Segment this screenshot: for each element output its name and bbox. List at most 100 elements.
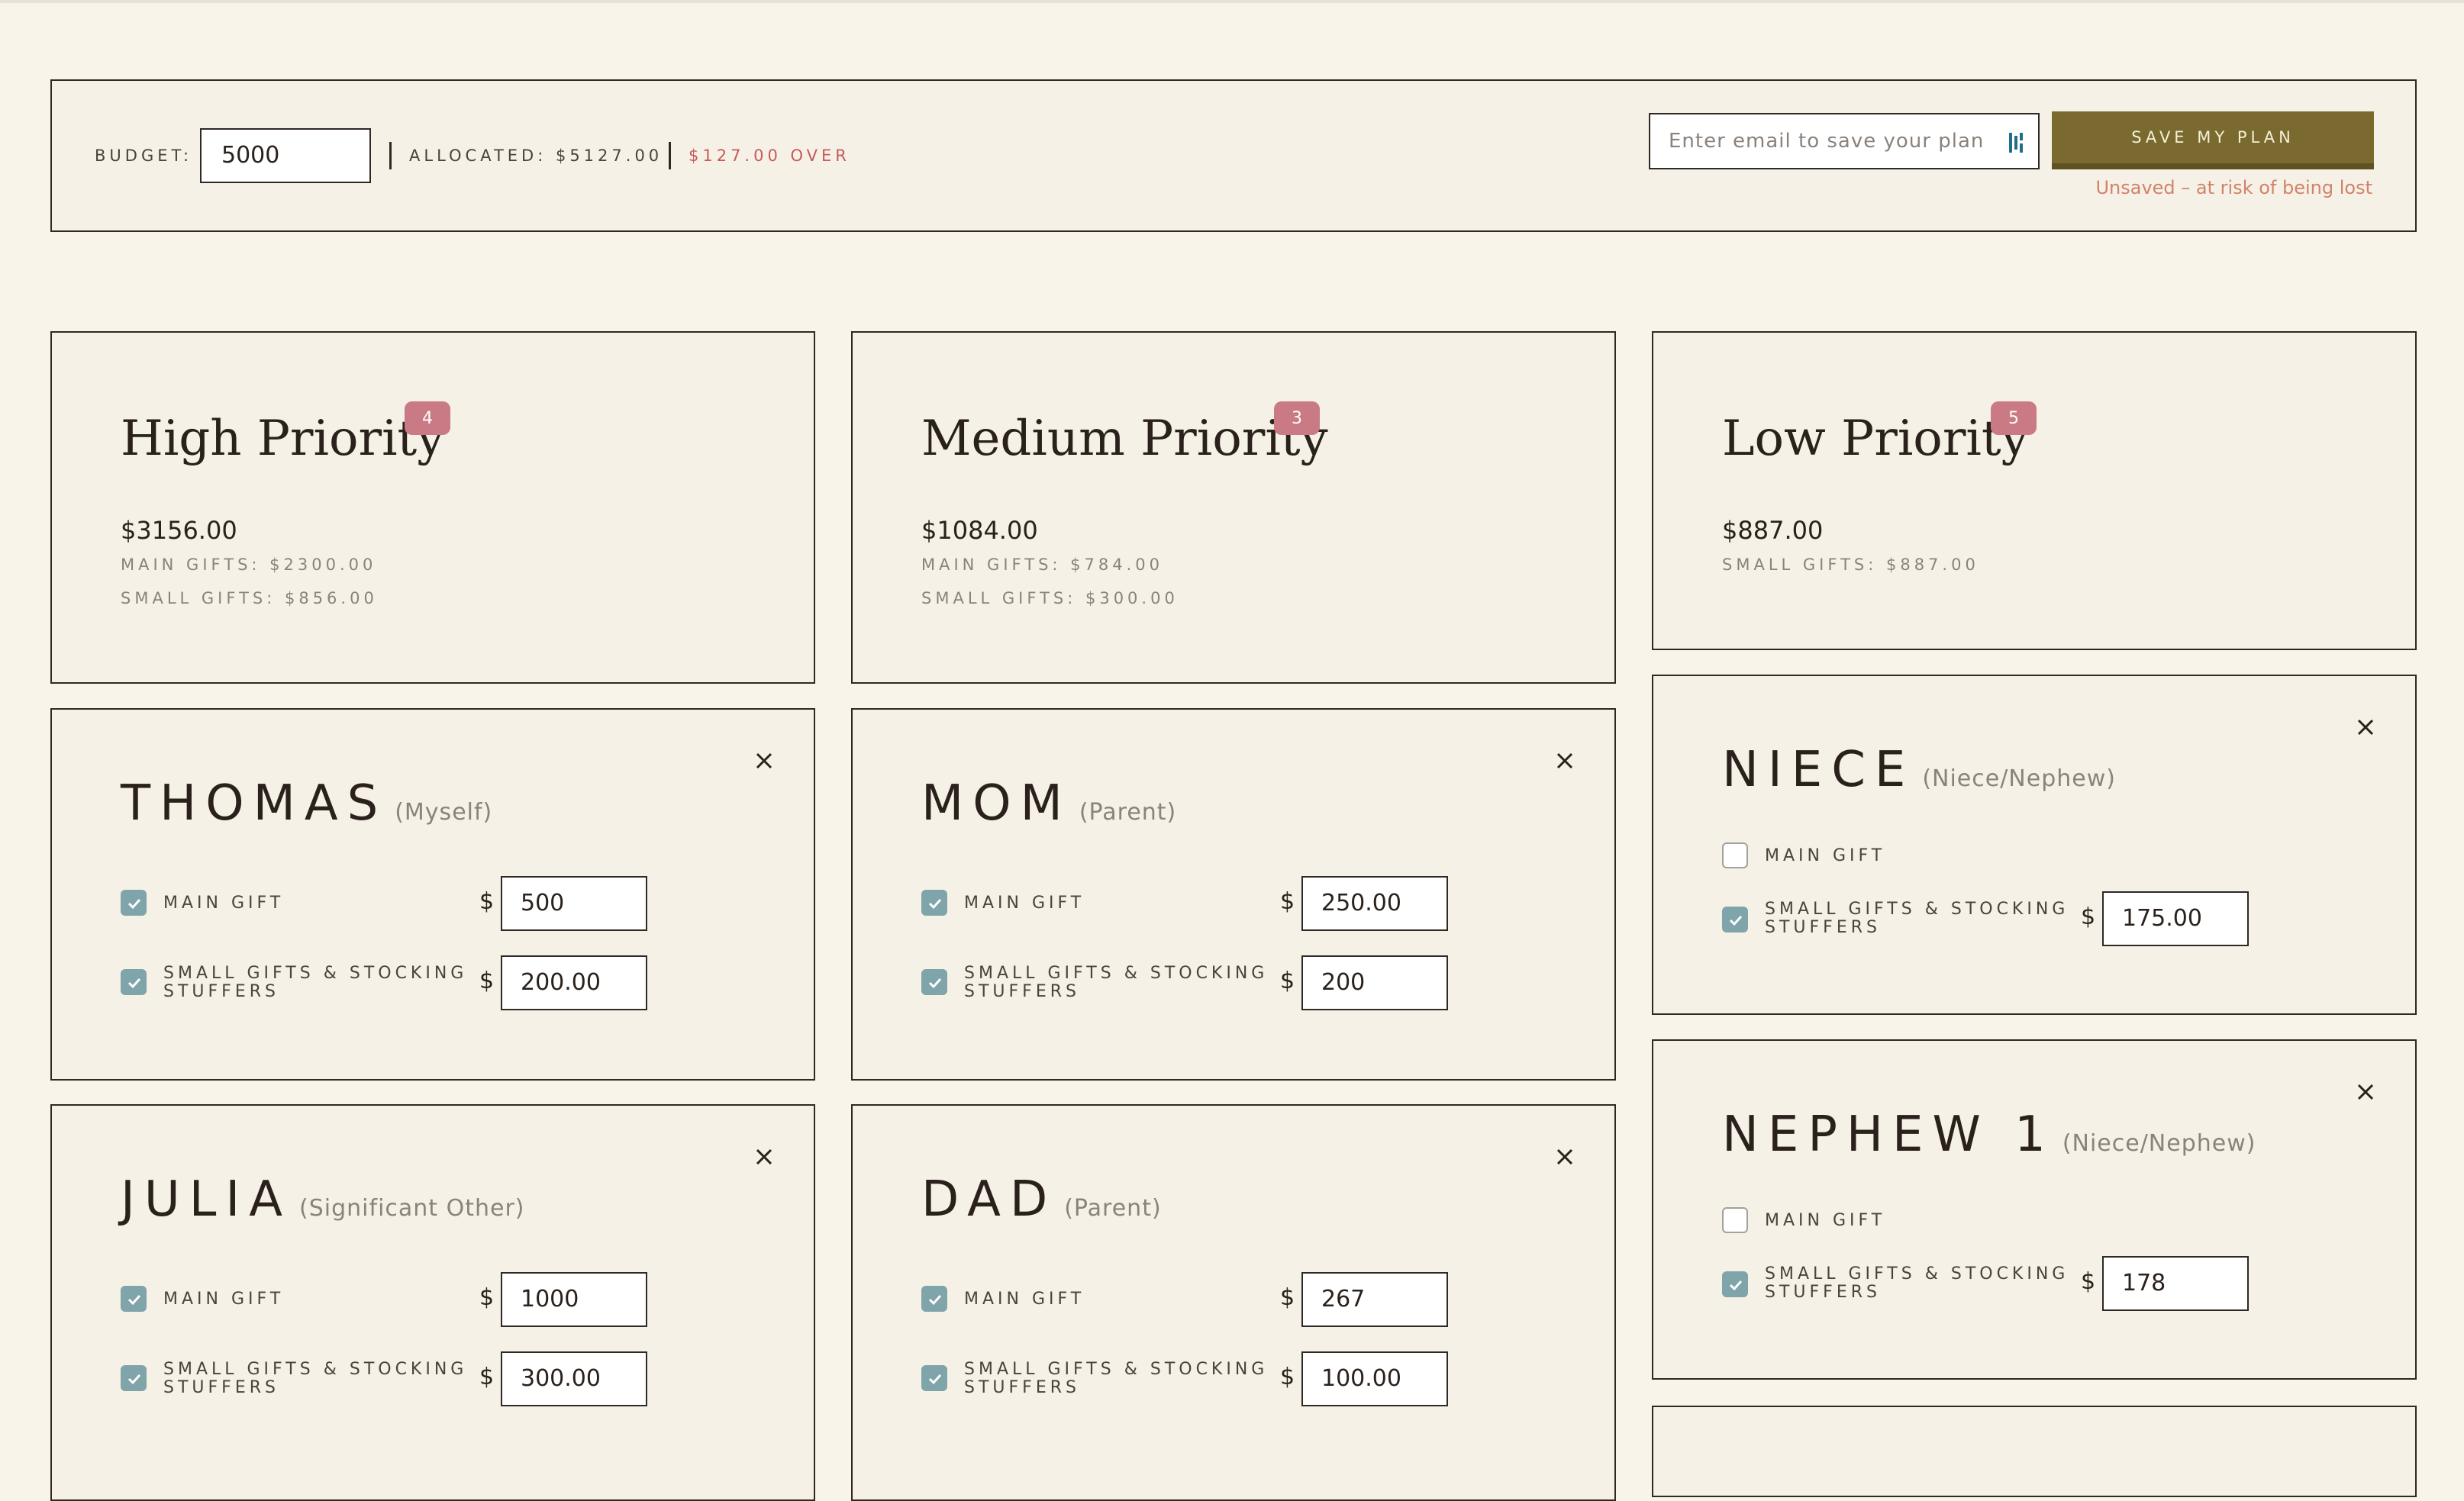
check-icon (928, 898, 942, 910)
dollar-sign: $ (479, 1284, 495, 1311)
small-gifts-label: SMALL GIFTS & STOCKING STUFFERS (1765, 1264, 2069, 1302)
dollar-sign: $ (1280, 1364, 1295, 1390)
relation: (Parent) (1079, 799, 1177, 826)
person-name: NEPHEW 1 (Niece/Nephew) (1722, 1106, 2256, 1163)
dollar-sign: $ (479, 968, 495, 994)
small-gifts-label: SMALL GIFTS & STOCKING STUFFERS (964, 1360, 1269, 1397)
main-gift-checkbox[interactable] (1722, 842, 1748, 868)
close-icon[interactable] (753, 1145, 776, 1168)
medium-priority-summary: Medium Priority 3 $1084.00 MAIN GIFTS: $… (851, 331, 1616, 684)
small-gifts-amount[interactable]: 178 (2102, 1256, 2249, 1311)
dollar-sign: $ (1280, 968, 1295, 994)
small-gifts-amount[interactable]: 200.00 (501, 955, 647, 1010)
check-icon (928, 978, 942, 989)
small-gifts-checkbox[interactable] (1722, 1271, 1748, 1297)
person-name: MOM (Parent) (921, 775, 1177, 832)
person-name: THOMAS (Myself) (121, 775, 493, 832)
main-gift-checkbox[interactable] (921, 1286, 947, 1312)
main-gift-checkbox[interactable] (121, 890, 147, 916)
main-gift-amount[interactable]: 250.00 (1301, 876, 1448, 931)
dollar-sign: $ (1280, 888, 1295, 915)
unsaved-warning: Unsaved – at risk of being lost (2095, 177, 2372, 198)
main-gift-checkbox[interactable] (1722, 1207, 1748, 1233)
relation: (Niece/Nephew) (2062, 1130, 2256, 1157)
main-gift-amount[interactable]: 1000 (501, 1272, 647, 1327)
check-icon (928, 1294, 942, 1306)
close-icon[interactable] (2354, 716, 2377, 739)
high-priority-summary: High Priority 4 $3156.00 MAIN GIFTS: $23… (50, 331, 815, 684)
check-icon (1729, 1280, 1743, 1291)
save-plan-button[interactable]: SAVE MY PLAN (2052, 111, 2374, 169)
check-icon (127, 1374, 141, 1385)
main-gift-label: MAIN GIFT (163, 894, 285, 913)
top-divider (0, 0, 2464, 3)
main-gift-label: MAIN GIFT (1765, 846, 1886, 865)
dollar-sign: $ (2081, 1268, 2096, 1295)
small-gifts-label: SMALL GIFTS & STOCKING STUFFERS (163, 1360, 468, 1397)
small-gifts-checkbox[interactable] (921, 969, 947, 995)
small-gifts-amount[interactable]: 100.00 (1301, 1351, 1448, 1406)
check-icon (1729, 915, 1743, 926)
main-gifts-total: MAIN GIFTS: $784.00 (921, 556, 1163, 574)
priority-title: Low Priority (1722, 411, 2029, 467)
main-gifts-total: MAIN GIFTS: $2300.00 (121, 556, 377, 574)
close-icon[interactable] (1553, 749, 1576, 772)
small-gifts-total: SMALL GIFTS: $887.00 (1722, 556, 1979, 574)
small-gifts-total: SMALL GIFTS: $300.00 (921, 589, 1179, 607)
check-icon (127, 898, 141, 910)
dollar-sign: $ (1280, 1284, 1295, 1311)
check-icon (127, 1294, 141, 1306)
person-card-mom: MOM (Parent) MAIN GIFT $ 250.00 SMALL GIF… (851, 708, 1616, 1081)
main-gift-checkbox[interactable] (121, 1286, 147, 1312)
main-gift-label: MAIN GIFT (1765, 1211, 1886, 1230)
priority-title: High Priority (121, 411, 445, 467)
low-priority-summary: Low Priority 5 $887.00 SMALL GIFTS: $887… (1652, 331, 2417, 650)
check-icon (127, 978, 141, 989)
small-gifts-checkbox[interactable] (121, 969, 147, 995)
small-gifts-amount[interactable]: 175.00 (2102, 891, 2249, 946)
person-card-julia: JULIA (Significant Other) MAIN GIFT $ 100… (50, 1104, 815, 1501)
email-placeholder: Enter email to save your plan (1669, 130, 1985, 153)
small-gifts-checkbox[interactable] (921, 1365, 947, 1391)
small-gifts-total: SMALL GIFTS: $856.00 (121, 589, 378, 607)
main-gift-amount[interactable]: 267 (1301, 1272, 1448, 1327)
divider (389, 142, 392, 169)
person-card-dad: DAD (Parent) MAIN GIFT $ 267 SMALL GIFTS … (851, 1104, 1616, 1501)
close-icon[interactable] (1553, 1145, 1576, 1168)
budget-label: BUDGET: (95, 147, 193, 165)
budget-input[interactable]: 5000 (200, 128, 371, 183)
password-manager-icon[interactable] (2008, 131, 2027, 154)
small-gifts-amount[interactable]: 300.00 (501, 1351, 647, 1406)
main-gift-label: MAIN GIFT (163, 1290, 285, 1309)
priority-total: $887.00 (1722, 516, 1824, 545)
dollar-sign: $ (479, 888, 495, 915)
count-badge: 3 (1274, 401, 1320, 435)
divider (669, 142, 671, 169)
count-badge: 5 (1991, 401, 2037, 435)
relation: (Significant Other) (299, 1195, 525, 1222)
relation: (Myself) (395, 799, 493, 826)
small-gifts-checkbox[interactable] (1722, 907, 1748, 932)
small-gifts-amount[interactable]: 200 (1301, 955, 1448, 1010)
main-gift-label: MAIN GIFT (964, 894, 1085, 913)
small-gifts-label: SMALL GIFTS & STOCKING STUFFERS (964, 964, 1269, 1001)
person-card-nephew-1: NEPHEW 1 (Niece/Nephew) MAIN GIFT SMALL G… (1652, 1039, 2417, 1380)
small-gifts-checkbox[interactable] (121, 1365, 147, 1391)
person-name: DAD (Parent) (921, 1171, 1162, 1228)
check-icon (928, 1374, 942, 1385)
close-icon[interactable] (753, 749, 776, 772)
close-icon[interactable] (2354, 1081, 2377, 1103)
person-name: JULIA (Significant Other) (121, 1171, 525, 1228)
main-gift-amount[interactable]: 500 (501, 876, 647, 931)
main-gift-checkbox[interactable] (921, 890, 947, 916)
budget-bar: BUDGET: 5000 ALLOCATED: $5127.00 $127.00… (50, 79, 2417, 232)
count-badge: 4 (405, 401, 450, 435)
priority-title: Medium Priority (921, 411, 1328, 467)
small-gifts-label: SMALL GIFTS & STOCKING STUFFERS (1765, 900, 2069, 937)
relation: (Niece/Nephew) (1922, 765, 2116, 792)
person-name: NIECE (Niece/Nephew) (1722, 742, 2116, 798)
dollar-sign: $ (2081, 903, 2096, 930)
person-card-thomas: THOMAS (Myself) MAIN GIFT $ 500 SMALL GIF… (50, 708, 815, 1081)
priority-total: $3156.00 (121, 516, 237, 545)
email-input[interactable]: Enter email to save your plan (1649, 113, 2040, 169)
